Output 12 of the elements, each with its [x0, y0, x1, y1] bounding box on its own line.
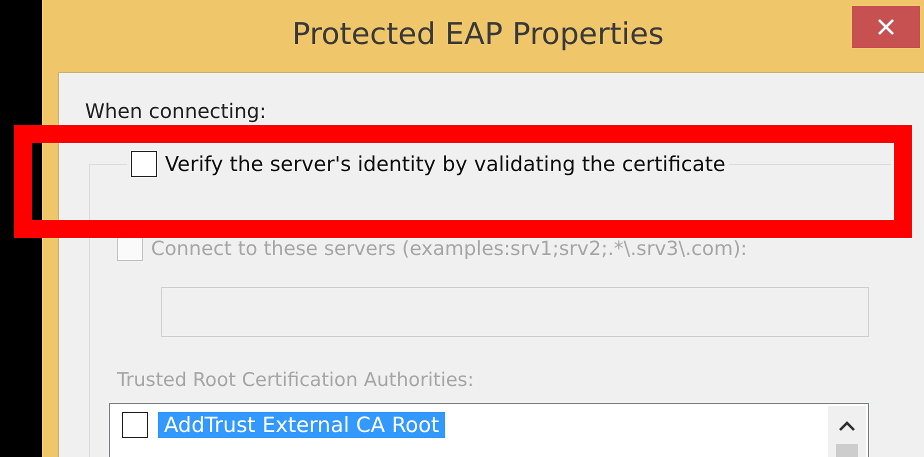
window-title: Protected EAP Properties [292, 16, 665, 52]
scroll-up-icon [838, 420, 856, 432]
checkbox-label: Connect to these servers (examples:srv1;srv2;.*\.srv3\.com): [151, 236, 748, 260]
certificate-checkbox[interactable] [122, 412, 148, 438]
list-label: Trusted Root Certification Authorities: [117, 369, 475, 391]
list-item[interactable]: AddTrust External CA Root [158, 412, 446, 438]
checkbox-label: Verify the server's identity by validating the certificate [165, 152, 726, 176]
close-button[interactable] [852, 6, 920, 48]
close-icon [877, 18, 895, 36]
certificate-list[interactable]: AddTrust External CA Root [109, 403, 869, 457]
section-label: When connecting: [85, 99, 268, 123]
verify-checkbox[interactable] [131, 151, 157, 177]
